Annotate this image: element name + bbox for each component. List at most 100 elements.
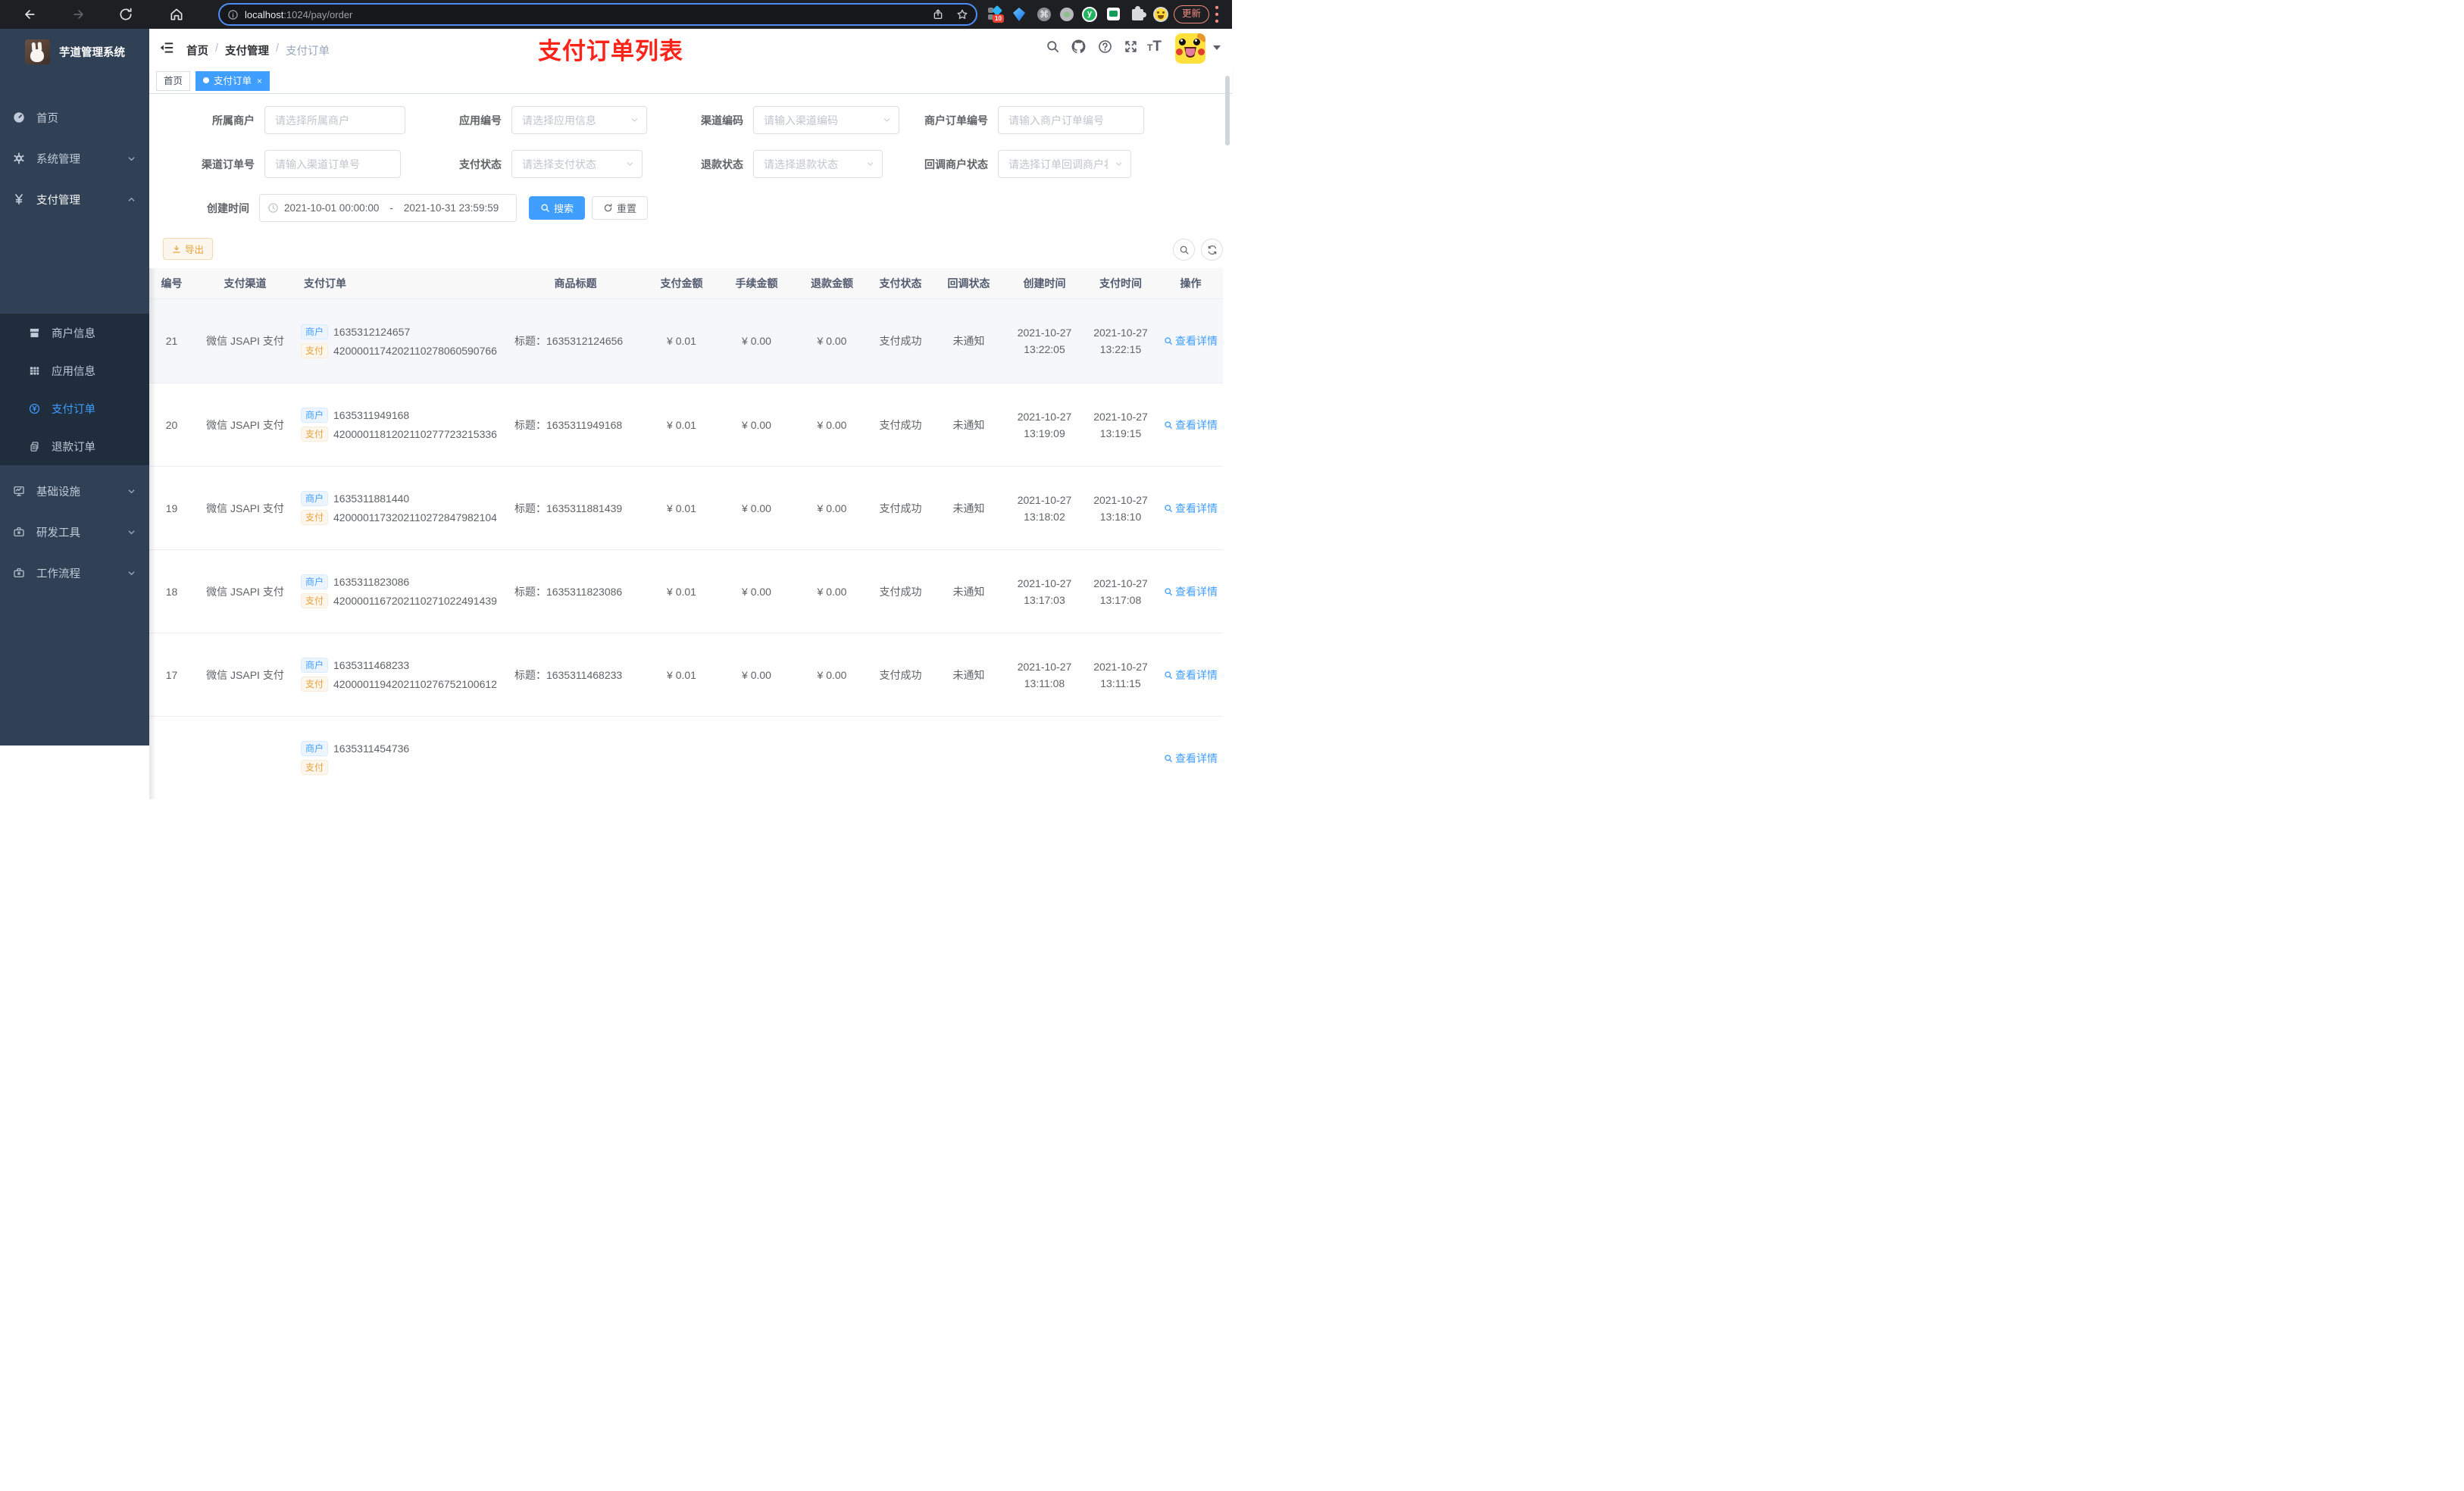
table-row[interactable]: 18 微信 JSAPI 支付 商户 1635311823086 支付 4200001… xyxy=(149,549,1223,633)
sidebar-item-refund-order[interactable]: 退款订单 xyxy=(0,427,149,465)
app-no-select[interactable] xyxy=(511,106,647,134)
pay-status-cell: 支付成功 xyxy=(879,668,922,681)
user-avatar[interactable] xyxy=(1175,33,1205,64)
github-icon[interactable] xyxy=(1071,39,1086,54)
avatar-caret-icon[interactable] xyxy=(1213,45,1221,50)
col-header-id: 编号 xyxy=(161,277,183,289)
breadcrumb: 首页 / 支付管理 / 支付订单 xyxy=(186,42,330,58)
order-id-cell: 18 xyxy=(165,585,178,598)
extensions-puzzle-icon[interactable] xyxy=(1132,6,1146,20)
extension-blocks-icon[interactable]: 10 xyxy=(988,5,1004,23)
show-search-toggle-button[interactable] xyxy=(1173,239,1195,261)
share-icon[interactable] xyxy=(932,8,944,20)
profile-emoji-icon[interactable] xyxy=(1153,7,1168,22)
breadcrumb-section[interactable]: 支付管理 xyxy=(225,42,269,58)
channel-code-select[interactable] xyxy=(753,106,899,134)
pay-tag: 支付 xyxy=(301,677,329,692)
browser-toolbar: localhost:1024/pay/order 10 ⌘ y 更新 • • • xyxy=(0,0,1232,29)
table-row[interactable]: 20 微信 JSAPI 支付 商户 1635311949168 支付 4200001… xyxy=(149,383,1223,466)
view-detail-link[interactable]: 查看详情 xyxy=(1164,584,1218,599)
col-header-pay-time: 支付时间 xyxy=(1099,277,1142,289)
pay-time-cell: 2021-10-27 13:18:10 xyxy=(1093,493,1148,523)
breadcrumb-home[interactable]: 首页 xyxy=(186,42,208,58)
fee-amount-cell: ¥ 0.00 xyxy=(742,502,771,514)
filter-create-time: 创建时间 2021-10-01 00:00:00 - 2021-10-31 23… xyxy=(207,194,517,222)
tab-pay-order[interactable]: 支付订单 × xyxy=(195,71,270,91)
col-header-title: 商品标题 xyxy=(554,277,597,289)
pay-status-select[interactable] xyxy=(511,150,643,178)
browser-reload-icon[interactable] xyxy=(118,7,133,22)
browser-back-icon[interactable] xyxy=(22,7,37,22)
extension-command-icon[interactable]: ⌘ xyxy=(1037,8,1051,21)
yen-circle-icon xyxy=(29,403,40,414)
app-logo-row[interactable]: 芋道管理系统 xyxy=(0,35,149,68)
export-button[interactable]: 导出 xyxy=(163,238,214,260)
vertical-scrollbar[interactable] xyxy=(1225,76,1230,145)
table-row[interactable]: 商户 1635311454736 支付 查看详情 xyxy=(149,716,1223,799)
site-info-icon[interactable] xyxy=(227,9,239,20)
bookmark-star-icon[interactable] xyxy=(956,8,968,20)
browser-home-icon[interactable] xyxy=(169,7,184,22)
active-dot xyxy=(203,77,209,83)
refund-status-select[interactable] xyxy=(753,150,883,178)
notify-status-label: 回调商户状态 xyxy=(924,158,988,170)
extension-chat-icon[interactable] xyxy=(1107,8,1120,20)
channel-order-no-input[interactable] xyxy=(264,150,401,178)
address-bar[interactable]: localhost:1024/pay/order xyxy=(218,3,977,26)
create-time-cell: 2021-10-27 13:11:08 xyxy=(1017,660,1072,689)
table-row[interactable]: 21 微信 JSAPI 支付 商户 1635312124657 支付 4200001… xyxy=(149,299,1223,383)
notify-status-select[interactable] xyxy=(998,150,1131,178)
sidebar-toggle-icon[interactable] xyxy=(159,40,174,55)
sidebar-item-system[interactable]: 系统管理 xyxy=(0,138,149,179)
refund-amount-cell: ¥ 0.00 xyxy=(817,668,847,681)
yen-icon xyxy=(15,194,23,205)
sidebar-item-home[interactable]: 首页 xyxy=(0,97,149,138)
notify-status-cell: 未通知 xyxy=(952,502,985,514)
extension-y-icon[interactable]: y xyxy=(1082,7,1097,22)
browser-update-button[interactable]: 更新 xyxy=(1174,5,1210,23)
sidebar-item-merchant-info[interactable]: 商户信息 xyxy=(0,314,149,352)
view-detail-link[interactable]: 查看详情 xyxy=(1164,501,1218,516)
browser-forward-icon[interactable] xyxy=(71,7,86,22)
sidebar-item-app-info[interactable]: 应用信息 xyxy=(0,352,149,389)
merchant-tag: 商户 xyxy=(301,491,329,506)
help-icon[interactable] xyxy=(1098,39,1112,54)
view-detail-link[interactable]: 查看详情 xyxy=(1164,667,1218,683)
date-start: 2021-10-01 00:00:00 xyxy=(284,202,380,214)
search-icon xyxy=(1165,504,1172,512)
sidebar-item-dev-tools[interactable]: 研发工具 xyxy=(0,511,149,552)
reset-button[interactable]: 重置 xyxy=(592,196,649,220)
table-row[interactable]: 17 微信 JSAPI 支付 商户 1635311468233 支付 4200001… xyxy=(149,633,1223,716)
table-row[interactable]: 19 微信 JSAPI 支付 商户 1635311881440 支付 4200001… xyxy=(149,466,1223,549)
sidebar-item-pay-order[interactable]: 支付订单 xyxy=(0,389,149,427)
filter-app-no: 应用编号 xyxy=(459,106,647,134)
filter-refund-status: 退款状态 xyxy=(701,150,883,178)
pay-amount-cell: ¥ 0.01 xyxy=(667,502,696,514)
filter-notify-status: 回调商户状态 xyxy=(924,150,1131,178)
refresh-table-button[interactable] xyxy=(1201,239,1223,261)
app-no-label: 应用编号 xyxy=(459,114,502,127)
extension-kite-icon[interactable] xyxy=(1013,8,1027,21)
search-button[interactable]: 搜索 xyxy=(529,196,586,220)
download-icon xyxy=(173,245,180,253)
browser-menu-icon[interactable]: • • • xyxy=(1213,2,1221,27)
sidebar-item-payment[interactable]: 支付管理 xyxy=(0,179,149,220)
view-detail-link[interactable]: 查看详情 xyxy=(1164,751,1218,766)
extension-record-icon[interactable] xyxy=(1060,8,1074,21)
font-size-icon[interactable]: TT xyxy=(1147,39,1162,55)
view-detail-link[interactable]: 查看详情 xyxy=(1164,417,1218,433)
merchant-order-no-label: 商户订单编号 xyxy=(924,114,988,127)
sidebar-item-workflow[interactable]: 工作流程 xyxy=(0,552,149,593)
date-range-picker[interactable]: 2021-10-01 00:00:00 - 2021-10-31 23:59:5… xyxy=(259,194,517,222)
tab-close-icon[interactable]: × xyxy=(257,76,262,86)
col-header-pay-status: 支付状态 xyxy=(879,277,922,289)
merchant-order-no-input[interactable] xyxy=(998,106,1144,134)
header-search-icon[interactable] xyxy=(1046,39,1060,54)
view-detail-link[interactable]: 查看详情 xyxy=(1164,333,1218,349)
pay-status-cell: 支付成功 xyxy=(879,585,922,598)
tab-home[interactable]: 首页 xyxy=(156,71,191,91)
sidebar-item-infrastructure[interactable]: 基础设施 xyxy=(0,470,149,511)
merchant-tag: 商户 xyxy=(301,574,329,589)
fullscreen-icon[interactable] xyxy=(1124,39,1138,54)
merchant-input[interactable] xyxy=(264,106,405,134)
